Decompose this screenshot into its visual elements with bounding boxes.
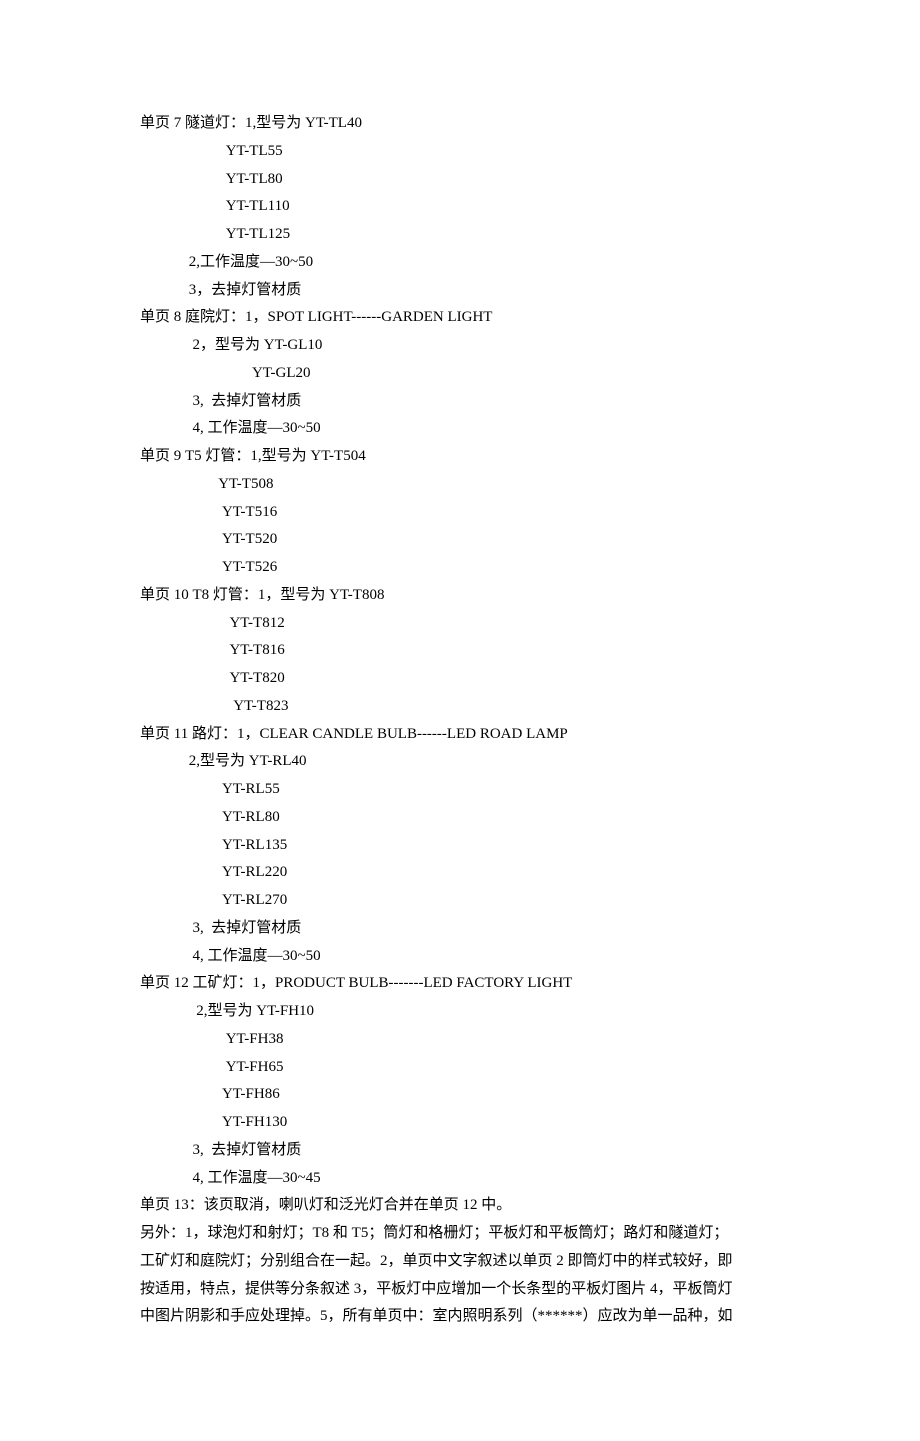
document-body: 单页 7 隧道灯：1,型号为 YT-TL40 YT-TL55 YT-TL80 Y… — [140, 110, 780, 1331]
text-line: YT-FH86 — [140, 1081, 780, 1109]
text-line: 单页 9 T5 灯管：1,型号为 YT-T504 — [140, 443, 780, 471]
text-line: 中图片阴影和手应处理掉。5，所有单页中：室内照明系列（******）应改为单一品… — [140, 1303, 780, 1331]
text-line: 单页 8 庭院灯：1，SPOT LIGHT------GARDEN LIGHT — [140, 304, 780, 332]
text-line: 4, 工作温度—30~45 — [140, 1165, 780, 1193]
text-line: YT-RL270 — [140, 887, 780, 915]
text-line: 2,工作温度—30~50 — [140, 249, 780, 277]
text-line: YT-FH65 — [140, 1054, 780, 1082]
text-line: YT-TL125 — [140, 221, 780, 249]
text-line: YT-T820 — [140, 665, 780, 693]
text-line: 单页 7 隧道灯：1,型号为 YT-TL40 — [140, 110, 780, 138]
text-line: YT-RL55 — [140, 776, 780, 804]
text-line: 单页 12 工矿灯：1，PRODUCT BULB-------LED FACTO… — [140, 970, 780, 998]
text-line: 工矿灯和庭院灯；分别组合在一起。2，单页中文字叙述以单页 2 即筒灯中的样式较好… — [140, 1248, 780, 1276]
text-line: YT-T823 — [140, 693, 780, 721]
text-line: 2，型号为 YT-GL10 — [140, 332, 780, 360]
text-line: YT-T816 — [140, 637, 780, 665]
text-line: YT-RL135 — [140, 832, 780, 860]
text-line: 另外：1，球泡灯和射灯；T8 和 T5；筒灯和格栅灯；平板灯和平板筒灯；路灯和隧… — [140, 1220, 780, 1248]
text-line: 2,型号为 YT-RL40 — [140, 748, 780, 776]
text-line: 按适用，特点，提供等分条叙述 3，平板灯中应增加一个长条型的平板灯图片 4，平板… — [140, 1276, 780, 1304]
text-line: 2,型号为 YT-FH10 — [140, 998, 780, 1026]
text-line: YT-T812 — [140, 610, 780, 638]
text-line: YT-TL55 — [140, 138, 780, 166]
text-line: YT-T508 — [140, 471, 780, 499]
text-line: YT-GL20 — [140, 360, 780, 388]
text-line: 4, 工作温度—30~50 — [140, 415, 780, 443]
text-line: YT-T516 — [140, 499, 780, 527]
text-line: YT-FH38 — [140, 1026, 780, 1054]
text-line: YT-TL110 — [140, 193, 780, 221]
text-line: YT-T526 — [140, 554, 780, 582]
text-line: 3, 去掉灯管材质 — [140, 915, 780, 943]
text-line: YT-RL80 — [140, 804, 780, 832]
text-line: 单页 13：该页取消，喇叭灯和泛光灯合并在单页 12 中。 — [140, 1192, 780, 1220]
text-line: 3, 去掉灯管材质 — [140, 1137, 780, 1165]
text-line: 3，去掉灯管材质 — [140, 277, 780, 305]
text-line: 4, 工作温度—30~50 — [140, 943, 780, 971]
text-line: 3, 去掉灯管材质 — [140, 388, 780, 416]
text-line: 单页 10 T8 灯管：1，型号为 YT-T808 — [140, 582, 780, 610]
text-line: YT-FH130 — [140, 1109, 780, 1137]
text-line: YT-T520 — [140, 526, 780, 554]
text-line: YT-TL80 — [140, 166, 780, 194]
text-line: YT-RL220 — [140, 859, 780, 887]
text-line: 单页 11 路灯：1，CLEAR CANDLE BULB------LED RO… — [140, 721, 780, 749]
